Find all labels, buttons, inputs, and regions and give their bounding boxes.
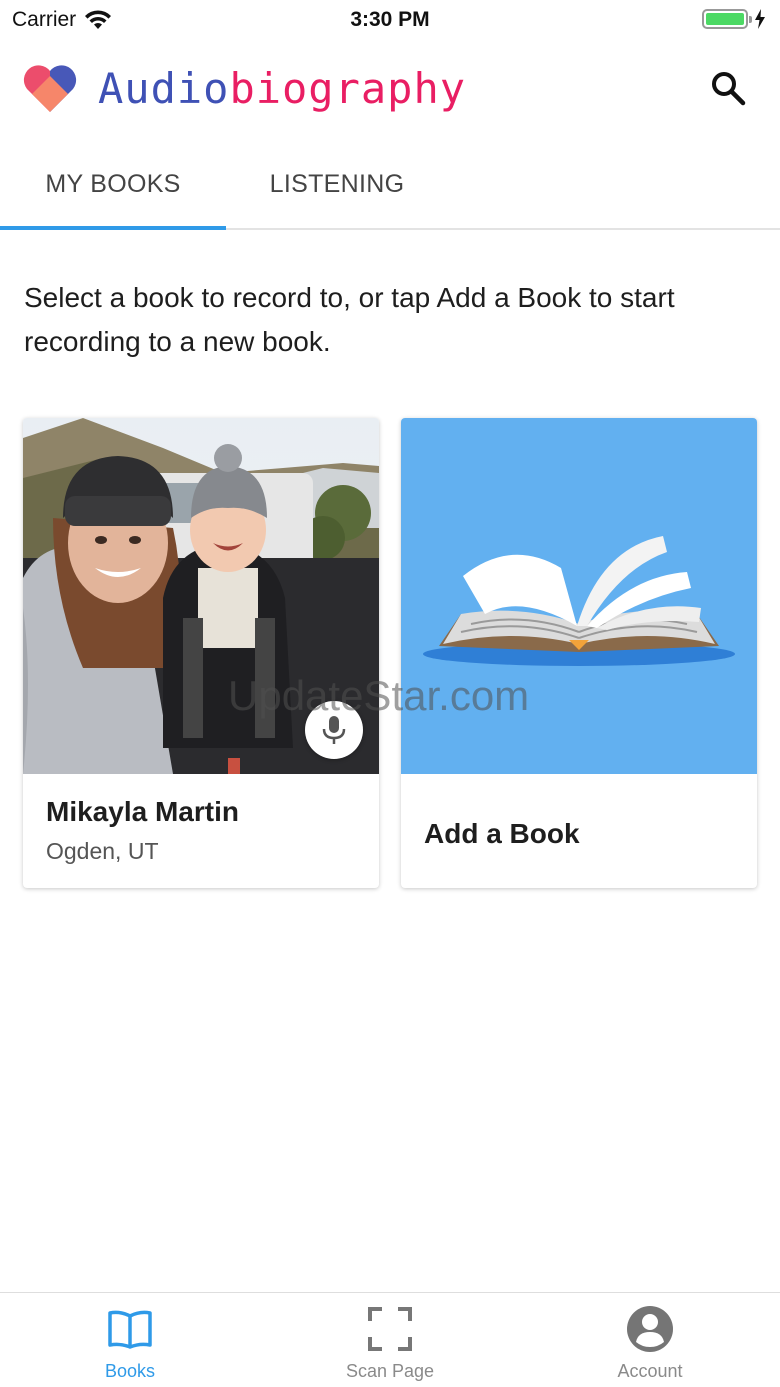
book-location: Ogden, UT <box>46 838 159 864</box>
status-bar: Carrier 3:30 PM <box>0 0 780 40</box>
record-button[interactable] <box>305 701 363 759</box>
nav-account-label: Account <box>617 1361 683 1381</box>
intro-text: Select a book to record to, or tap Add a… <box>24 282 675 357</box>
nav-account[interactable]: Account <box>520 1293 780 1387</box>
add-book-image <box>401 418 757 774</box>
open-book-icon <box>423 536 735 666</box>
tab-my-books[interactable]: MY BOOKS <box>0 140 226 228</box>
heart-logo-icon <box>23 65 77 112</box>
account-circle-icon <box>627 1306 673 1352</box>
battery-icon <box>702 9 752 29</box>
active-tab-indicator <box>0 226 226 230</box>
nav-books-label: Books <box>104 1361 156 1381</box>
book-icon <box>108 1310 152 1349</box>
clock: 3:30 PM <box>350 8 430 31</box>
battery-fill <box>706 13 744 25</box>
book-cover-photo <box>23 418 379 774</box>
app-title-part2: biography <box>229 64 467 113</box>
bottom-navigation: Books Scan Page Account <box>0 1292 780 1387</box>
add-book-card[interactable]: Add a Book <box>401 418 757 888</box>
add-book-label: Add a Book <box>424 818 580 849</box>
battery-indicator <box>702 9 766 29</box>
nav-scan-label: Scan Page <box>345 1361 435 1381</box>
nav-books[interactable]: Books <box>0 1293 260 1387</box>
tab-bar: MY BOOKS LISTENING <box>0 140 780 230</box>
app-title-part1: Audio <box>98 64 230 113</box>
book-title: Mikayla Martin <box>46 796 239 827</box>
app-title: Audiobiography <box>98 64 466 113</box>
app-header: Audiobiography <box>0 56 780 126</box>
scan-frame-icon <box>368 1307 412 1351</box>
charging-bolt-icon <box>755 9 765 29</box>
add-book-card-body: Add a Book <box>401 774 757 888</box>
tab-listening[interactable]: LISTENING <box>226 140 448 228</box>
book-card-body: Mikayla Martin Ogden, UT <box>23 774 379 888</box>
book-card[interactable]: Mikayla Martin Ogden, UT <box>23 418 379 888</box>
search-icon[interactable] <box>708 68 748 108</box>
nav-scan-page[interactable]: Scan Page <box>260 1293 520 1387</box>
microphone-icon <box>322 716 346 744</box>
